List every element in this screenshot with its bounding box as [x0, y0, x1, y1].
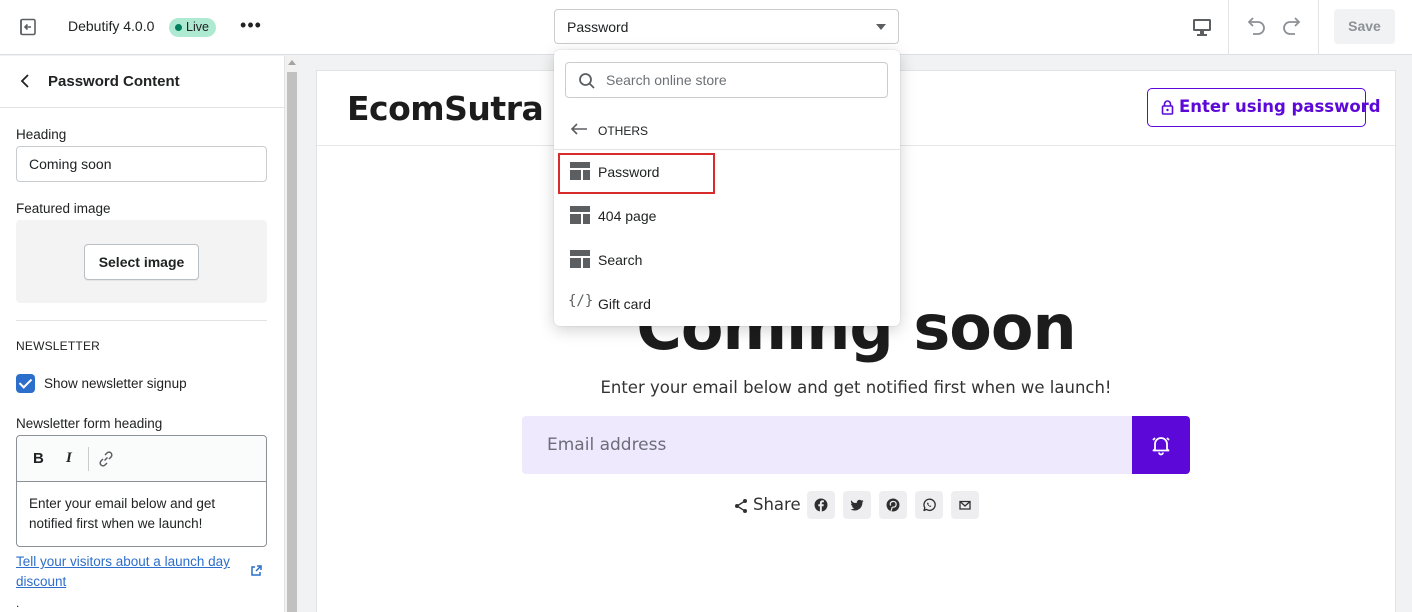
more-actions-button[interactable]: ••• [240, 15, 262, 37]
top-bar: Debutify 4.0.0 Live ••• Password Save [0, 0, 1412, 55]
dropdown-item-search[interactable]: Search [554, 238, 900, 282]
dropdown-item-404[interactable]: 404 page [554, 194, 900, 238]
email-icon [959, 500, 971, 510]
redo-icon [1283, 17, 1301, 35]
dropdown-back-button[interactable] [570, 122, 588, 136]
store-name[interactable]: EcomSutra I [347, 89, 567, 128]
caret-down-icon [876, 24, 886, 30]
form-heading-editor[interactable]: B I Enter your email below and get notif… [16, 435, 267, 547]
newsletter-subheading: Enter your email below and get notified … [600, 378, 1112, 397]
bell-icon [1152, 437, 1170, 456]
code-icon: {/} [568, 293, 594, 309]
bold-button[interactable]: B [33, 450, 44, 467]
back-button[interactable] [18, 72, 34, 90]
trailing-text: . [16, 596, 20, 610]
dropdown-item-password[interactable]: Password [554, 150, 900, 194]
page-select[interactable]: Password [554, 9, 899, 44]
pinterest-icon [886, 498, 900, 512]
email-input[interactable]: Email address [522, 416, 1133, 474]
newsletter-section-heading: NEWSLETTER [16, 339, 101, 353]
live-badge: Live [169, 18, 216, 37]
sidebar-title: Password Content [48, 73, 180, 90]
template-icon [570, 250, 590, 268]
exit-icon [20, 18, 36, 36]
enter-password-button[interactable]: Enter using password [1147, 88, 1381, 127]
select-image-button[interactable]: Select image [84, 244, 199, 280]
facebook-icon [814, 498, 828, 512]
template-icon [570, 206, 590, 224]
featured-image-picker: Select image [16, 220, 267, 303]
share-pinterest-button[interactable] [879, 491, 907, 519]
share-email-button[interactable] [951, 491, 979, 519]
toolbar-divider [1318, 0, 1319, 55]
desktop-view-button[interactable] [1190, 15, 1214, 39]
dropdown-item-label: Search [598, 252, 643, 268]
twitter-icon [850, 499, 864, 511]
toolbar-separator [88, 447, 89, 471]
redo-button[interactable] [1279, 14, 1305, 40]
show-newsletter-checkbox[interactable] [16, 374, 35, 393]
launch-discount-link[interactable]: Tell your visitors about a launch day di… [16, 552, 241, 592]
sidebar-scrollbar[interactable] [285, 56, 299, 612]
dropdown-item-label: Gift card [598, 296, 651, 312]
rte-toolbar: B I [17, 436, 266, 482]
page-select-value: Password [567, 19, 629, 35]
dropdown-item-gift-card[interactable]: {/} Gift card [554, 282, 900, 326]
toolbar-divider [1228, 0, 1229, 55]
show-newsletter-label: Show newsletter signup [44, 376, 187, 391]
notify-button[interactable] [1132, 416, 1190, 474]
external-link-icon[interactable] [249, 564, 263, 578]
theme-name: Debutify 4.0.0 [68, 18, 155, 34]
enter-password-label: Enter using password [1179, 97, 1381, 116]
chevron-left-icon [20, 74, 29, 88]
search-icon [579, 73, 595, 89]
link-icon [99, 451, 113, 467]
whatsapp-icon [923, 498, 936, 512]
form-heading-label: Newsletter form heading [16, 416, 163, 431]
heading-label: Heading [16, 127, 67, 142]
share-icon [735, 499, 747, 513]
section-divider [16, 320, 267, 321]
page-select-dropdown: OTHERS Password 404 page Search {/} Gift… [554, 50, 900, 326]
scrollbar-thumb[interactable] [287, 72, 297, 612]
desktop-icon [1193, 19, 1211, 36]
dropdown-section-label: OTHERS [598, 124, 649, 138]
save-button[interactable]: Save [1334, 9, 1395, 44]
share-facebook-button[interactable] [807, 491, 835, 519]
dropdown-search[interactable] [565, 62, 888, 98]
link-button[interactable] [97, 450, 115, 468]
highlight-annotation [558, 153, 715, 194]
scroll-up-arrow-icon[interactable] [288, 60, 296, 65]
share-whatsapp-button[interactable] [915, 491, 943, 519]
featured-image-label: Featured image [16, 201, 111, 216]
exit-button[interactable] [18, 17, 38, 37]
share-text: Share [753, 495, 801, 514]
sidebar-header: Password Content [0, 56, 284, 108]
undo-icon [1247, 17, 1265, 35]
settings-sidebar: Password Content Heading Coming soon Fea… [0, 56, 285, 612]
heading-input[interactable]: Coming soon [16, 146, 267, 182]
dropdown-item-label: 404 page [598, 208, 657, 224]
search-online-store-input[interactable] [606, 64, 876, 96]
arrow-left-icon [570, 123, 587, 135]
lock-icon [1161, 100, 1174, 115]
italic-button[interactable]: I [66, 450, 72, 467]
undo-button[interactable] [1243, 14, 1269, 40]
share-twitter-button[interactable] [843, 491, 871, 519]
form-heading-text[interactable]: Enter your email below and get notified … [29, 494, 254, 534]
